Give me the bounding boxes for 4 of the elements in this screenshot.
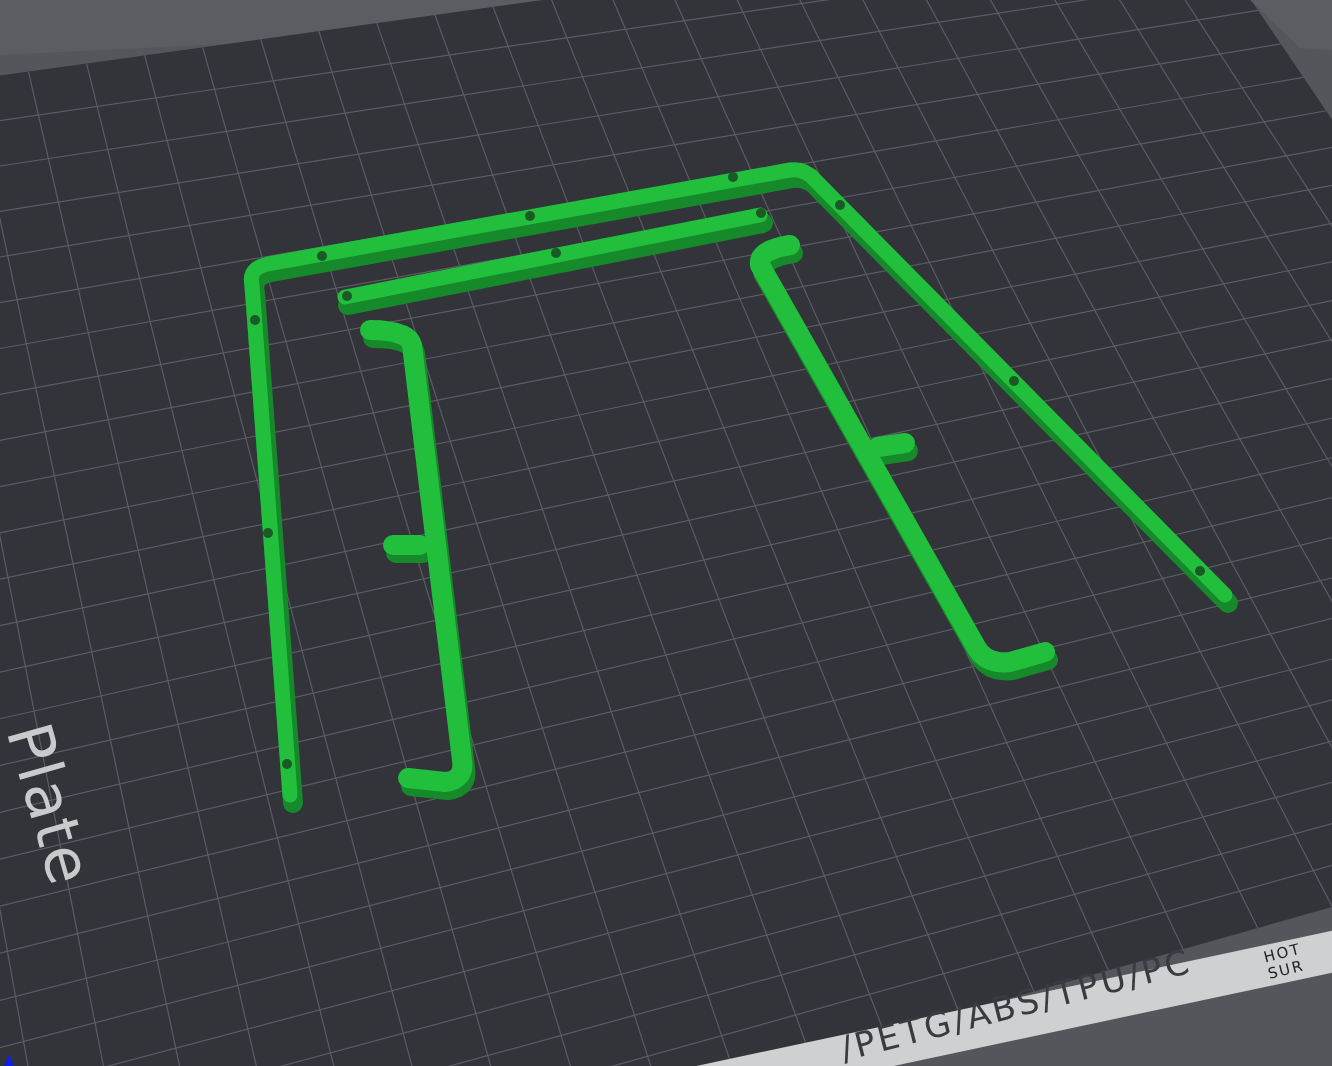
plate-label: Plate xyxy=(0,715,108,894)
hot-surface-warning: HOT SUR xyxy=(1262,940,1308,983)
axis-arrow-icon xyxy=(4,1054,14,1066)
printed-frame-parts-drawing[interactable] xyxy=(243,162,1238,813)
